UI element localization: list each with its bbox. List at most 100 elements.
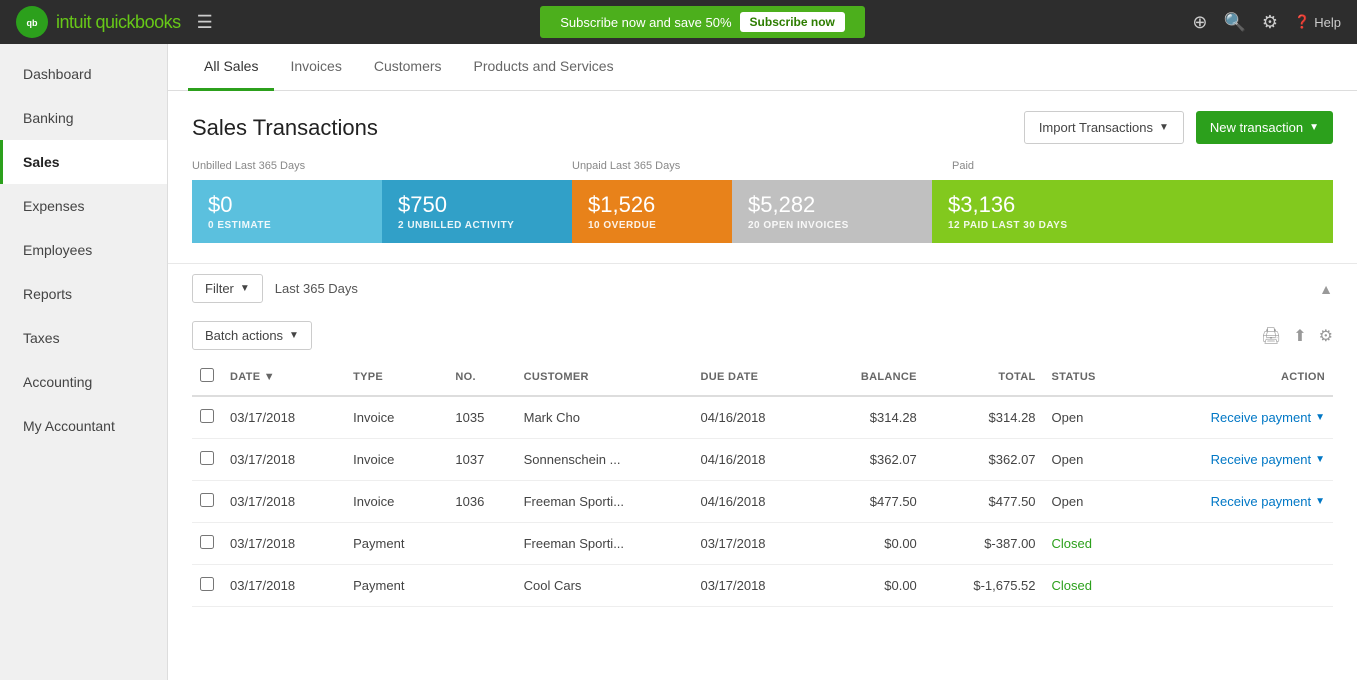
action-chevron-icon-2: ▼ <box>1315 496 1325 507</box>
cell-no-0: 1035 <box>447 396 515 439</box>
summary-card-paid[interactable]: $3,136 12 PAID LAST 30 DAYS <box>932 180 1333 243</box>
filter-button[interactable]: Filter ▼ <box>192 274 263 303</box>
card-unbilled-label: 2 UNBILLED ACTIVITY <box>398 220 556 231</box>
settings-table-icon[interactable]: ⚙ <box>1319 326 1333 346</box>
summary-card-overdue[interactable]: $1,526 10 OVERDUE <box>572 180 732 243</box>
summary-card-estimate[interactable]: $0 0 ESTIMATE <box>192 180 382 243</box>
col-date[interactable]: DATE ▼ <box>222 358 345 396</box>
summary-section: Unbilled Last 365 Days Unpaid Last 365 D… <box>168 160 1357 263</box>
sidebar-item-dashboard[interactable]: Dashboard <box>0 52 167 96</box>
subscribe-button[interactable]: Subscribe now <box>740 12 845 32</box>
card-overdue-label: 10 OVERDUE <box>588 220 716 231</box>
cell-duedate-0: 04/16/2018 <box>692 396 815 439</box>
import-transactions-button[interactable]: Import Transactions ▼ <box>1024 111 1184 144</box>
col-total[interactable]: TOTAL <box>925 358 1044 396</box>
cell-total-0: $314.28 <box>925 396 1044 439</box>
cell-action-1: Receive payment ▼ <box>1135 439 1333 481</box>
table-row: 03/17/2018 Payment Freeman Sporti... 03/… <box>192 523 1333 565</box>
sidebar-item-my-accountant[interactable]: My Accountant <box>0 404 167 448</box>
batch-actions-button[interactable]: Batch actions ▼ <box>192 321 312 350</box>
table-row: 03/17/2018 Payment Cool Cars 03/17/2018 … <box>192 565 1333 607</box>
card-paid-label: 12 PAID LAST 30 DAYS <box>948 220 1317 231</box>
row-checkbox-0[interactable] <box>200 409 214 423</box>
filter-right-icons: ▲ <box>1319 281 1333 297</box>
table-header-row: DATE ▼ TYPE NO. CUSTOMER <box>192 358 1333 396</box>
cell-date-2: 03/17/2018 <box>222 481 345 523</box>
tab-bar: All Sales Invoices Customers Products an… <box>168 44 1357 91</box>
row-checkbox-3[interactable] <box>200 535 214 549</box>
col-balance[interactable]: BALANCE <box>816 358 925 396</box>
table-container: DATE ▼ TYPE NO. CUSTOMER <box>168 358 1357 607</box>
sidebar-item-accounting[interactable]: Accounting <box>0 360 167 404</box>
help-button[interactable]: ❓ Help <box>1294 14 1341 30</box>
table-row: 03/17/2018 Invoice 1037 Sonnenschein ...… <box>192 439 1333 481</box>
tab-products-services[interactable]: Products and Services <box>458 44 630 91</box>
card-estimate-amount: $0 <box>208 192 366 218</box>
tab-all-sales[interactable]: All Sales <box>188 44 274 91</box>
logo[interactable]: qb intuit quickbooks <box>16 6 181 38</box>
batch-chevron-icon: ▼ <box>289 330 299 341</box>
sidebar-item-expenses[interactable]: Expenses <box>0 184 167 228</box>
summary-card-unbilled[interactable]: $750 2 UNBILLED ACTIVITY <box>382 180 572 243</box>
tab-invoices[interactable]: Invoices <box>274 44 357 91</box>
receive-payment-link-1[interactable]: Receive payment ▼ <box>1143 452 1325 467</box>
settings-icon[interactable]: ⚙ <box>1262 12 1278 33</box>
cell-action-4 <box>1135 565 1333 607</box>
card-paid-amount: $3,136 <box>948 192 1317 218</box>
collapse-icon[interactable]: ▲ <box>1319 281 1333 297</box>
col-customer[interactable]: CUSTOMER <box>516 358 693 396</box>
transactions-table: DATE ▼ TYPE NO. CUSTOMER <box>192 358 1333 607</box>
header-actions: Import Transactions ▼ New transaction ▼ <box>1024 111 1333 144</box>
new-transaction-button[interactable]: New transaction ▼ <box>1196 111 1333 144</box>
cell-no-3 <box>447 523 515 565</box>
cell-no-4 <box>447 565 515 607</box>
table-row: 03/17/2018 Invoice 1036 Freeman Sporti..… <box>192 481 1333 523</box>
cell-status-1: Open <box>1044 439 1135 481</box>
col-status[interactable]: STATUS <box>1044 358 1135 396</box>
main-content: All Sales Invoices Customers Products an… <box>168 44 1357 680</box>
cell-status-2: Open <box>1044 481 1135 523</box>
sidebar-item-banking[interactable]: Banking <box>0 96 167 140</box>
logo-icon: qb <box>16 6 48 38</box>
cell-total-1: $362.07 <box>925 439 1044 481</box>
search-icon[interactable]: 🔍 <box>1224 12 1246 33</box>
sidebar-item-reports[interactable]: Reports <box>0 272 167 316</box>
row-checkbox-2[interactable] <box>200 493 214 507</box>
batch-row: Batch actions ▼ 🖨 ⬆ ⚙ <box>168 313 1357 358</box>
row-checkbox-4[interactable] <box>200 577 214 591</box>
summary-card-open-invoices[interactable]: $5,282 20 OPEN INVOICES <box>732 180 932 243</box>
sidebar-item-sales[interactable]: Sales <box>0 140 167 184</box>
col-type[interactable]: TYPE <box>345 358 447 396</box>
cell-type-3: Payment <box>345 523 447 565</box>
hamburger-menu[interactable]: ☰ <box>197 12 213 33</box>
cell-customer-1: Sonnenschein ... <box>516 439 693 481</box>
card-open-invoices-label: 20 OPEN INVOICES <box>748 220 916 231</box>
filter-chevron-icon: ▼ <box>240 283 250 294</box>
card-estimate-label: 0 ESTIMATE <box>208 220 366 231</box>
receive-payment-link-2[interactable]: Receive payment ▼ <box>1143 494 1325 509</box>
cell-type-2: Invoice <box>345 481 447 523</box>
col-due-date[interactable]: DUE DATE <box>692 358 815 396</box>
import-chevron-icon: ▼ <box>1159 122 1169 133</box>
add-icon[interactable]: ⊕ <box>1192 12 1207 33</box>
filter-date-range: Last 365 Days <box>275 281 358 296</box>
sidebar-item-employees[interactable]: Employees <box>0 228 167 272</box>
tab-customers[interactable]: Customers <box>358 44 458 91</box>
receive-payment-link-0[interactable]: Receive payment ▼ <box>1143 410 1325 425</box>
action-chevron-icon-1: ▼ <box>1315 454 1325 465</box>
cell-total-2: $477.50 <box>925 481 1044 523</box>
cell-total-4: $-1,675.52 <box>925 565 1044 607</box>
top-navigation: qb intuit quickbooks ☰ Subscribe now and… <box>0 0 1357 44</box>
cell-action-0: Receive payment ▼ <box>1135 396 1333 439</box>
help-circle-icon: ❓ <box>1294 14 1310 30</box>
promo-text: Subscribe now and save 50% <box>560 15 731 30</box>
col-no[interactable]: NO. <box>447 358 515 396</box>
cell-balance-2: $477.50 <box>816 481 925 523</box>
cell-customer-0: Mark Cho <box>516 396 693 439</box>
select-all-checkbox[interactable] <box>200 368 214 382</box>
cell-balance-0: $314.28 <box>816 396 925 439</box>
row-checkbox-1[interactable] <box>200 451 214 465</box>
print-icon[interactable]: 🖨 <box>1261 326 1281 346</box>
sidebar-item-taxes[interactable]: Taxes <box>0 316 167 360</box>
export-icon[interactable]: ⬆ <box>1293 326 1306 346</box>
